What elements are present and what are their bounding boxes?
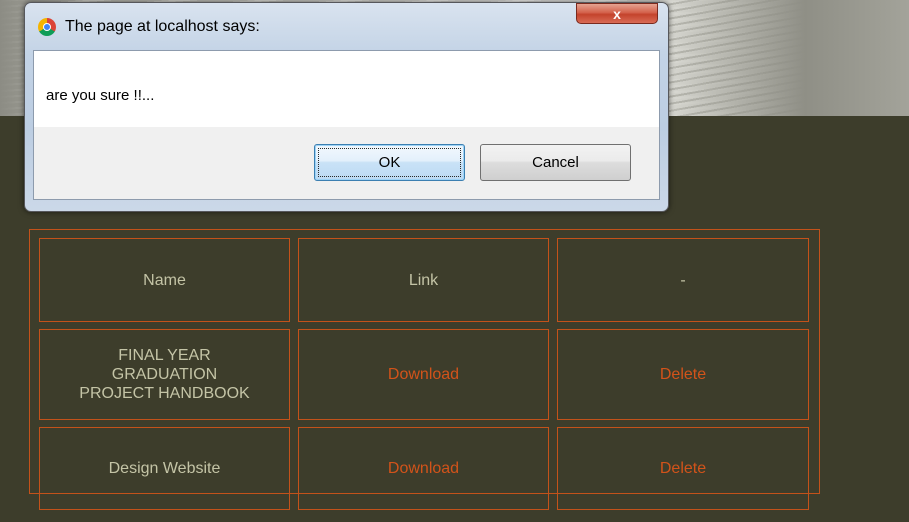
dialog-body: are you sure !!... OK Cancel [33,50,660,200]
files-table: Name Link - FINAL YEAR GRADUATION PROJEC… [29,229,820,510]
file-name-line: FINAL YEAR [118,347,211,364]
confirm-dialog: The page at localhost says: x are you su… [24,2,669,212]
page: Name Link - FINAL YEAR GRADUATION PROJEC… [0,0,909,522]
download-link[interactable]: Download [298,329,549,420]
file-name-cell: FINAL YEAR GRADUATION PROJECT HANDBOOK [39,329,290,420]
dialog-titlebar[interactable]: The page at localhost says: x [25,3,668,49]
delete-link[interactable]: Delete [557,329,809,420]
chrome-icon [38,18,56,36]
file-name-line: PROJECT HANDBOOK [79,385,250,402]
close-icon: x [613,5,621,22]
close-button[interactable]: x [576,3,658,24]
column-header-name: Name [39,238,290,322]
cancel-button-label: Cancel [532,154,579,171]
dialog-title: The page at localhost says: [65,18,260,35]
dialog-button-bar: OK Cancel [34,127,659,199]
download-link[interactable]: Download [298,427,549,510]
ok-button[interactable]: OK [314,144,465,181]
dialog-message: are you sure !!... [46,87,155,104]
cancel-button[interactable]: Cancel [480,144,631,181]
file-name-cell: Design Website [39,427,290,510]
column-header-action: - [557,238,809,322]
delete-link[interactable]: Delete [557,427,809,510]
column-header-link: Link [298,238,549,322]
file-name-line: GRADUATION [111,366,218,383]
